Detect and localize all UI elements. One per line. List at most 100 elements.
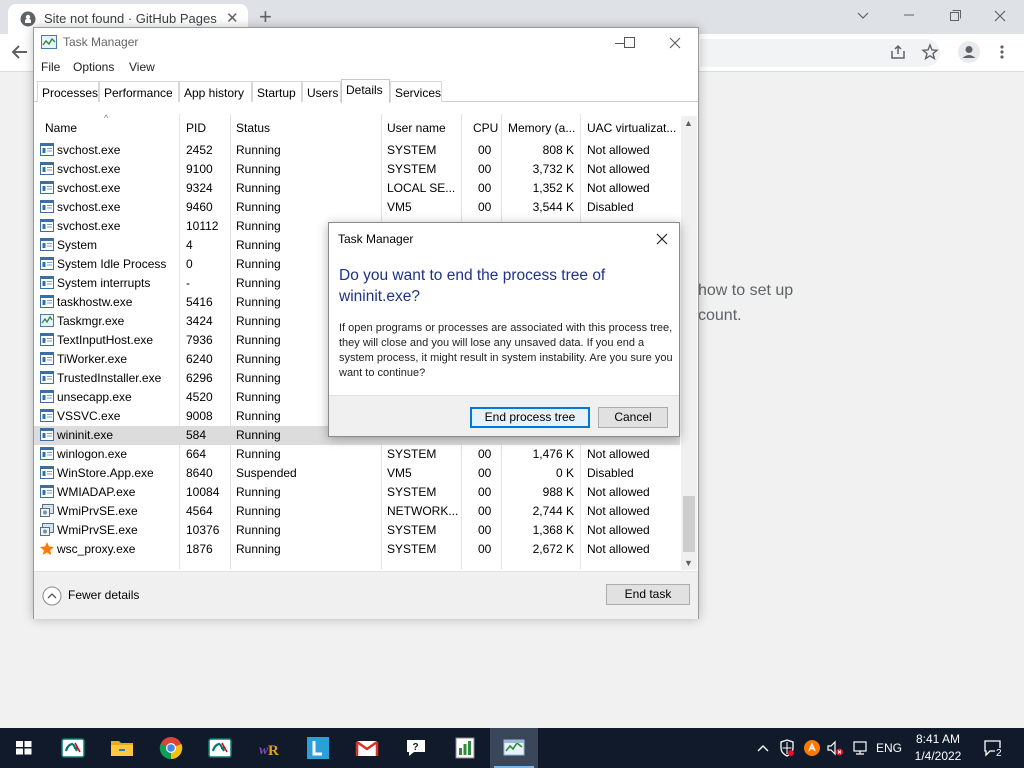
browser-menu-icon[interactable] bbox=[995, 43, 1009, 61]
taskbar-app-credit-agricole[interactable] bbox=[49, 728, 97, 768]
avast-tray-icon[interactable] bbox=[803, 739, 821, 757]
tab-details[interactable]: Details bbox=[341, 79, 390, 103]
new-tab-button[interactable]: + bbox=[259, 5, 272, 29]
row-pid: 10376 bbox=[186, 523, 220, 537]
tab-app-history[interactable]: App history bbox=[179, 81, 252, 102]
task-manager-titlebar[interactable]: Task Manager bbox=[34, 28, 698, 58]
taskbar-app-chrome[interactable] bbox=[147, 728, 195, 768]
table-row[interactable]: wsc_proxy.exe 1876 Running SYSTEM 00 2,672 K N… bbox=[34, 540, 680, 559]
share-icon[interactable] bbox=[889, 43, 907, 61]
table-row[interactable]: svchost.exe 2452 Running SYSTEM 00 808 K Not a… bbox=[34, 141, 680, 160]
taskbar-app-quick-assist[interactable]: ? bbox=[392, 728, 440, 768]
row-memory: 3,544 K bbox=[532, 200, 574, 214]
tab-processes[interactable]: Processes bbox=[37, 81, 99, 102]
tm-maximize-button[interactable] bbox=[620, 33, 640, 53]
column-header-cpu[interactable]: CPU bbox=[473, 121, 498, 135]
row-user-name: SYSTEM bbox=[387, 162, 437, 176]
bookmark-star-icon[interactable] bbox=[921, 43, 939, 61]
column-header-uac[interactable]: UAC virtualizat... bbox=[587, 121, 676, 135]
show-hidden-icons-chevron-up-icon[interactable] bbox=[756, 741, 770, 755]
scroll-down-arrow-icon[interactable]: ▼ bbox=[684, 558, 693, 568]
row-user-name: VM5 bbox=[387, 200, 412, 214]
row-uac-virtualization: Not allowed bbox=[587, 523, 650, 537]
profile-avatar-icon[interactable] bbox=[958, 41, 980, 63]
table-row[interactable]: WinStore.App.exe 8640 Suspended VM5 00 0 K Dis… bbox=[34, 464, 680, 483]
back-arrow-icon[interactable] bbox=[10, 42, 30, 62]
row-status: Running bbox=[236, 504, 281, 518]
end-process-tree-button[interactable]: End process tree bbox=[470, 407, 590, 428]
tab-services[interactable]: Services bbox=[390, 81, 442, 102]
dialog-title: Task Manager bbox=[338, 232, 414, 246]
column-header-name[interactable]: Name bbox=[45, 121, 77, 135]
table-row[interactable]: svchost.exe 9460 Running VM5 00 3,544 K Disabl… bbox=[34, 198, 680, 217]
table-row[interactable]: WMIADAP.exe 10084 Running SYSTEM 00 988 K Not … bbox=[34, 483, 680, 502]
row-pid: 10112 bbox=[186, 219, 219, 233]
taskbar-app-gmail[interactable] bbox=[343, 728, 391, 768]
maximize-icon bbox=[624, 37, 635, 48]
menu-options[interactable]: Options bbox=[73, 60, 114, 74]
scrollbar-thumb[interactable] bbox=[683, 496, 695, 552]
vertical-scrollbar[interactable]: ▲ ▼ bbox=[681, 116, 697, 570]
row-memory: 0 K bbox=[555, 466, 574, 480]
table-row[interactable]: svchost.exe 9100 Running SYSTEM 00 3,732 K Not… bbox=[34, 160, 680, 179]
chrome-icon bbox=[159, 736, 183, 760]
dialog-heading: Do you want to end the process tree of w… bbox=[339, 267, 606, 305]
row-pid: 3424 bbox=[186, 314, 213, 328]
browser-close-button[interactable] bbox=[980, 3, 1020, 29]
table-row[interactable]: WmiPrvSE.exe 10376 Running SYSTEM 00 1,368 K N… bbox=[34, 521, 680, 540]
task-manager-icon bbox=[502, 736, 526, 760]
tm-close-button[interactable] bbox=[665, 33, 685, 53]
start-button[interactable] bbox=[0, 728, 48, 768]
browser-minimize-button[interactable] bbox=[889, 3, 929, 29]
scroll-up-arrow-icon[interactable]: ▲ bbox=[684, 118, 693, 128]
row-cpu: 00 bbox=[478, 485, 492, 499]
fewer-details-link[interactable]: Fewer details bbox=[68, 588, 139, 602]
taskbar-app-winrar[interactable]: wR bbox=[245, 728, 293, 768]
row-user-name: NETWORK... bbox=[387, 504, 459, 518]
row-memory: 2,672 K bbox=[532, 542, 574, 556]
process-service-icon bbox=[40, 428, 54, 441]
minimize-icon bbox=[904, 14, 914, 16]
windows-logo-icon bbox=[16, 741, 32, 755]
language-indicator[interactable]: ENG bbox=[876, 741, 902, 755]
table-row[interactable]: svchost.exe 9324 Running LOCAL SE... 00 1,352… bbox=[34, 179, 680, 198]
close-icon[interactable] bbox=[654, 231, 670, 247]
row-status: Running bbox=[236, 542, 281, 556]
column-header-user-name[interactable]: User name bbox=[387, 121, 446, 135]
defender-shield-icon[interactable] bbox=[779, 739, 795, 757]
taskbar-app-credit-agricole-2[interactable] bbox=[196, 728, 244, 768]
tab-users[interactable]: Users bbox=[302, 81, 341, 102]
restore-icon bbox=[950, 10, 961, 21]
menu-view[interactable]: View bbox=[129, 60, 155, 74]
row-status: Running bbox=[236, 428, 281, 442]
chevron-up-circle-icon[interactable] bbox=[42, 586, 62, 606]
network-icon[interactable] bbox=[851, 739, 869, 757]
volume-muted-icon[interactable] bbox=[826, 739, 844, 757]
table-row[interactable]: WmiPrvSE.exe 4564 Running NETWORK... 00 2,744… bbox=[34, 502, 680, 521]
row-name: System Idle Process bbox=[57, 257, 167, 271]
row-status: Running bbox=[236, 390, 281, 404]
cancel-button[interactable]: Cancel bbox=[598, 407, 668, 428]
tab-close-icon[interactable]: ✕ bbox=[226, 11, 239, 27]
row-pid: 10084 bbox=[186, 485, 220, 499]
dialog-message: If open programs or processes are associ… bbox=[339, 322, 673, 379]
row-cpu: 00 bbox=[478, 181, 492, 195]
taskbar-app-task-manager[interactable] bbox=[490, 728, 538, 768]
taskbar-app-notepad-chart[interactable] bbox=[441, 728, 489, 768]
browser-tab-search-button[interactable] bbox=[843, 3, 883, 29]
column-header-pid[interactable]: PID bbox=[186, 121, 206, 135]
column-header-status[interactable]: Status bbox=[236, 121, 270, 135]
column-header-memory[interactable]: Memory (a... bbox=[508, 121, 575, 135]
system-clock[interactable]: 8:41 AM 1/4/2022 bbox=[904, 731, 972, 765]
menu-file[interactable]: File bbox=[41, 60, 60, 74]
tab-performance[interactable]: Performance bbox=[99, 81, 179, 102]
process-wmi-icon bbox=[40, 504, 54, 517]
task-manager-footer: Fewer details End task bbox=[34, 571, 698, 619]
end-task-button[interactable]: End task bbox=[606, 584, 690, 605]
browser-restore-button[interactable] bbox=[935, 3, 975, 29]
tab-startup[interactable]: Startup bbox=[252, 81, 302, 102]
taskbar-app-file-explorer[interactable] bbox=[98, 728, 146, 768]
table-row[interactable]: winlogon.exe 664 Running SYSTEM 00 1,476 K Not… bbox=[34, 445, 680, 464]
row-memory: 1,368 K bbox=[532, 523, 574, 537]
taskbar-app-lexique[interactable] bbox=[294, 728, 342, 768]
